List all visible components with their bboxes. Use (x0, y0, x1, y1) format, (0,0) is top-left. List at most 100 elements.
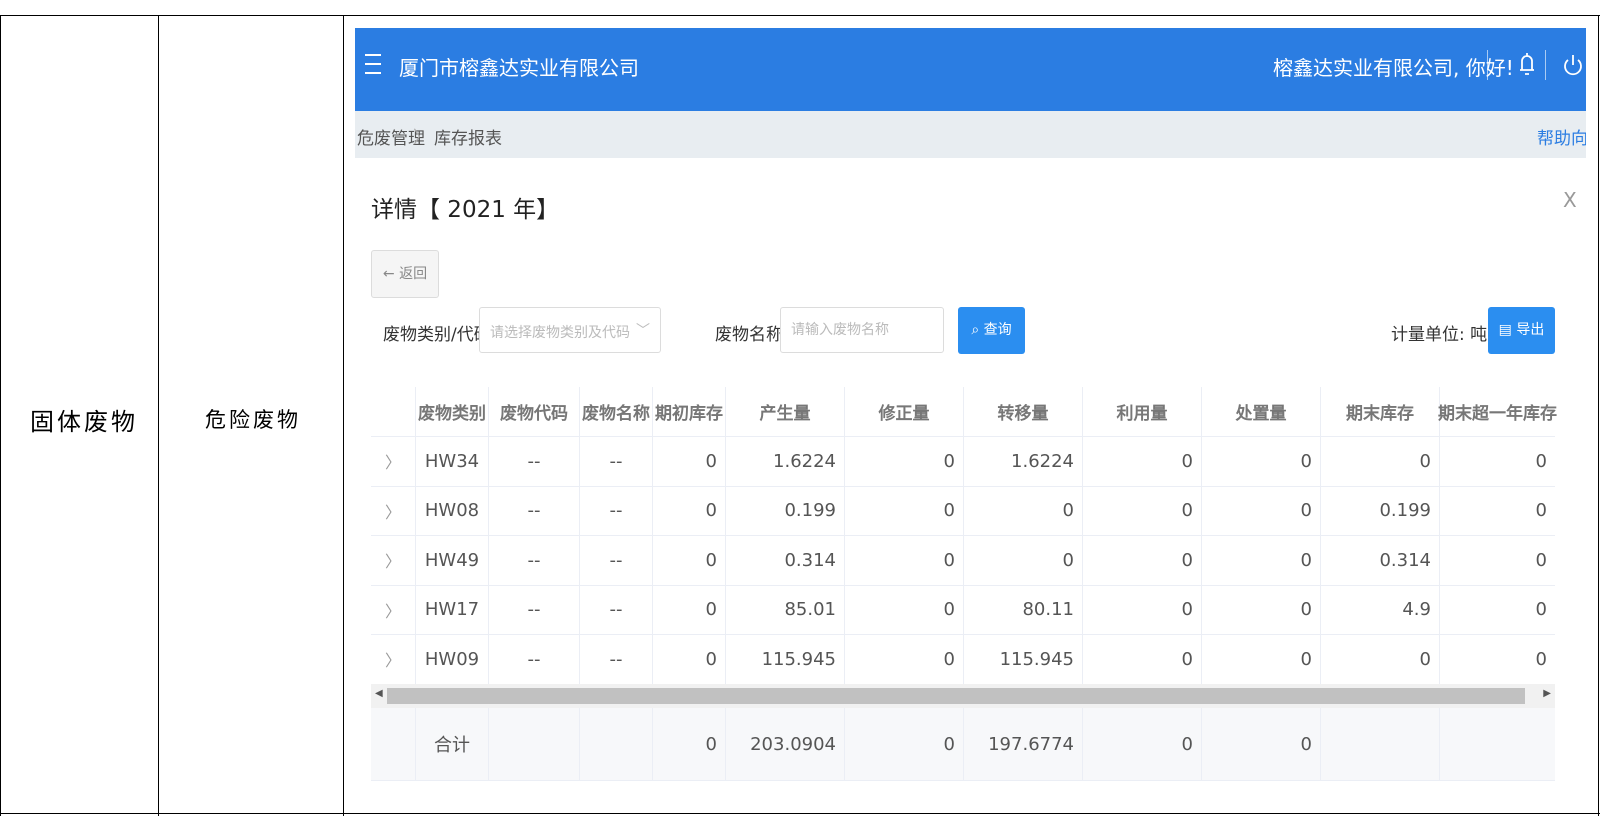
cell-waste-name: -- (609, 450, 623, 472)
cell-opening-stock: 0 (705, 450, 717, 472)
breadcrumb-item-inventory-report[interactable]: 库存报表 (434, 124, 502, 149)
header-closing-stock: 期末库存 (1346, 404, 1414, 424)
cell-transferred: 1.6224 (1011, 450, 1074, 472)
cell-adjusted: 0 (943, 450, 955, 472)
cell-utilized: 0 (1181, 648, 1193, 670)
breadcrumb: 危废管理 〉 库存报表 帮助向导 (355, 111, 1586, 158)
expand-row-icon[interactable]: 〉 (385, 548, 401, 572)
table-cell: 0 (1440, 536, 1555, 585)
table-row[interactable]: 〉 HW34 -- -- 0 1.6224 0 1.6224 0 0 0 0 (371, 437, 1555, 487)
table-cell: 0 (1202, 585, 1321, 634)
table-cell: -- (580, 437, 653, 486)
table-cell: HW49 (416, 536, 489, 585)
cell-disposed: 0 (1300, 599, 1312, 621)
bell-icon[interactable] (1517, 50, 1537, 80)
cell-closing-stock: 0.314 (1379, 549, 1431, 571)
cell-waste-code: -- (527, 500, 541, 522)
footer-cell: 0 (1202, 708, 1321, 780)
column-header: 期初库存 (653, 387, 726, 436)
scrollbar-thumb[interactable] (387, 688, 1525, 704)
cell-closing-over-one-year: 0 (1535, 500, 1547, 522)
header-closing-over-one-year: 期末超一年库存 (1438, 404, 1557, 424)
total-utilized: 0 (1181, 733, 1193, 755)
power-icon[interactable] (1560, 50, 1586, 80)
expand-row-icon[interactable]: 〉 (385, 449, 401, 473)
close-icon[interactable]: X (1563, 188, 1577, 212)
cell-utilized: 0 (1181, 450, 1193, 472)
table-cell: 0 (653, 536, 726, 585)
table-cell: 0 (845, 536, 964, 585)
table-row[interactable]: 〉 HW09 -- -- 0 115.945 0 115.945 0 0 0 0 (371, 635, 1555, 685)
export-button[interactable]: ▤ 导出 (1488, 307, 1555, 354)
expand-row-icon[interactable]: 〉 (385, 598, 401, 622)
table-cell: 0 (653, 635, 726, 684)
table-cell: 0.314 (726, 536, 845, 585)
page-title: 详情【 2021 年】 (371, 197, 560, 223)
table-cell: 0 (1440, 586, 1555, 635)
back-button[interactable]: ← 返回 (371, 250, 439, 298)
cell-generated: 0.199 (784, 500, 836, 522)
table-cell: 0 (1202, 536, 1321, 585)
cell-utilized: 0 (1181, 500, 1193, 522)
table-row[interactable]: 〉 HW08 -- -- 0 0.199 0 0 0 0 0.199 0 (371, 486, 1555, 536)
total-opening-stock: 0 (705, 733, 717, 755)
table-cell: 0 (1083, 486, 1202, 535)
column-header: 废物名称 (580, 387, 653, 436)
table-cell: 0 (1083, 635, 1202, 684)
table-cell: -- (489, 635, 580, 684)
cell-closing-over-one-year: 0 (1535, 450, 1547, 472)
cell-disposed: 0 (1300, 500, 1312, 522)
table-cell: 0 (845, 437, 964, 486)
table-cell: 4.9 (1321, 585, 1440, 634)
help-guide-link[interactable]: 帮助向导 (1537, 124, 1586, 149)
cell-generated: 115.945 (761, 648, 836, 670)
table-cell: 0 (845, 635, 964, 684)
footer-cell: 合计 (416, 708, 489, 780)
column-header: 废物代码 (489, 387, 580, 436)
cell-closing-stock: 0.199 (1379, 500, 1431, 522)
table-cell: -- (489, 486, 580, 535)
table-row[interactable]: 〉 HW49 -- -- 0 0.314 0 0 0 0 0.314 0 (371, 536, 1555, 586)
header-utilized: 利用量 (1116, 404, 1168, 424)
category-select[interactable]: 请选择废物类别及代码 ﹀ (479, 307, 661, 353)
menu-icon[interactable] (365, 54, 383, 76)
cell-opening-stock: 0 (705, 549, 717, 571)
waste-name-input[interactable] (780, 307, 944, 353)
category-filter-label: 废物类别/代码 (383, 325, 491, 345)
table-cell: HW09 (416, 635, 489, 684)
table-cell: -- (580, 536, 653, 585)
footer-cell: 0 (1083, 708, 1202, 780)
chevron-down-icon: ﹀ (636, 323, 650, 339)
scroll-left-icon[interactable]: ◀ (375, 688, 383, 699)
query-button[interactable]: ⌕ 查询 (958, 307, 1025, 354)
scroll-right-icon[interactable]: ▶ (1543, 688, 1551, 699)
header-generated: 产生量 (759, 404, 811, 424)
cell-closing-over-one-year: 0 (1535, 599, 1547, 621)
cell-adjusted: 0 (943, 500, 955, 522)
table-cell: -- (580, 635, 653, 684)
expand-row-icon[interactable]: 〉 (385, 647, 401, 671)
horizontal-scrollbar[interactable]: ◀ ▶ (371, 684, 1555, 708)
table-cell: 0.199 (726, 486, 845, 535)
table-cell: -- (580, 486, 653, 535)
table-cell: 0 (653, 437, 726, 486)
cell-transferred: 0 (1062, 500, 1074, 522)
table-cell: 0 (653, 585, 726, 634)
document-icon: ▤ (1498, 322, 1517, 338)
cell-disposed: 0 (1300, 549, 1312, 571)
cell-transferred: 0 (1062, 549, 1074, 571)
expand-row-icon[interactable]: 〉 (385, 499, 401, 523)
cell-closing-stock: 0 (1419, 648, 1431, 670)
table-cell: 1.6224 (726, 437, 845, 486)
footer-cell: 197.6774 (964, 708, 1083, 780)
header-waste-name: 废物名称 (582, 404, 650, 424)
cell-utilized: 0 (1181, 599, 1193, 621)
table-cell: 0 (1440, 487, 1555, 536)
header-adjusted: 修正量 (878, 404, 930, 424)
footer-cell (580, 708, 653, 780)
table-row[interactable]: 〉 HW17 -- -- 0 85.01 0 80.11 0 0 4.9 0 (371, 585, 1555, 635)
waste-name-label: 废物名称 (715, 325, 783, 345)
cell-disposed: 0 (1300, 648, 1312, 670)
total-generated: 203.0904 (750, 733, 836, 755)
header-transferred: 转移量 (997, 404, 1049, 424)
